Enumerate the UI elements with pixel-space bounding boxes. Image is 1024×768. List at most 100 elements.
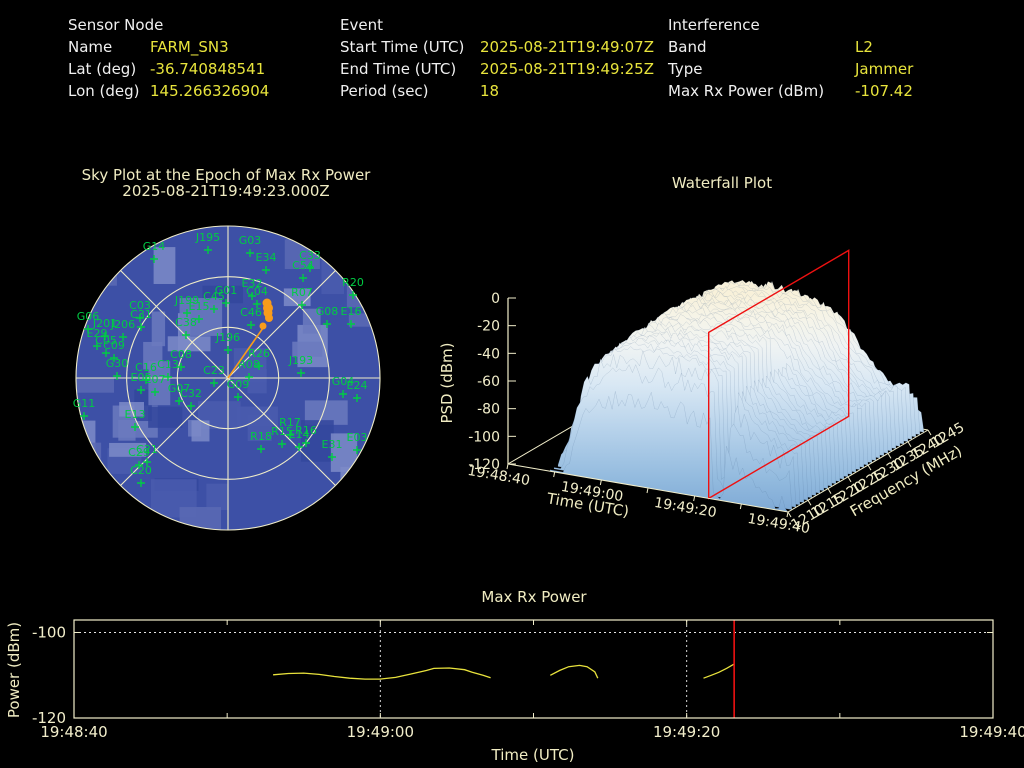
- satellite-label-E24: E24: [347, 379, 368, 392]
- satellite-marker-C54: [299, 274, 307, 282]
- satellite-marker-C29: [135, 461, 143, 469]
- satellite-marker-C13: [164, 373, 172, 381]
- satellite-label-C31: C31: [130, 308, 152, 321]
- power-line-segment: [704, 664, 735, 678]
- satellite-marker-C31: [137, 323, 145, 331]
- waterfall-xlabel: Time (UTC): [517, 485, 658, 526]
- satellite-label-G01: G01: [215, 284, 238, 297]
- satellite-label-J199: J199: [174, 294, 199, 307]
- event-panel: Event Start Time (UTC) 2025-08-21T19:49:…: [340, 14, 654, 102]
- satellite-label-J193: J193: [288, 354, 313, 367]
- event-title: Event: [340, 14, 654, 36]
- satellite-marker-E32: [248, 292, 256, 300]
- time-tick-label: 19:49:40: [746, 511, 811, 537]
- time-tick-label: 19:49:20: [653, 495, 718, 521]
- x-tick-label: 19:49:00: [347, 723, 414, 741]
- power-line-segment: [273, 668, 491, 679]
- psd-tick-label: 0: [491, 291, 500, 307]
- satellite-label-E29: E29: [87, 327, 108, 340]
- lat-value: -36.740848541: [150, 58, 265, 80]
- satellite-marker-G11: [80, 412, 88, 420]
- satellite-label-C45: C45: [203, 290, 225, 303]
- satellite-marker-R17: [286, 431, 294, 439]
- satellite-marker-G04: [339, 390, 347, 398]
- name-value: FARM_SN3: [150, 36, 229, 58]
- psd-tick-label: -60: [477, 374, 500, 390]
- lon-row: Lon (deg) 145.266326904: [68, 80, 269, 102]
- band-label: Band: [668, 36, 855, 58]
- satellite-label-C04: C04: [246, 285, 268, 298]
- satellite-marker-E14: [295, 443, 303, 451]
- satellite-label-J195: J195: [195, 231, 220, 244]
- satellite-marker-R18: [257, 445, 265, 453]
- sensor-node-title: Sensor Node: [68, 14, 269, 36]
- satellite-marker-C09: [110, 354, 118, 362]
- sensor-name-row: Name FARM_SN3: [68, 36, 269, 58]
- psd-surface: [550, 280, 924, 512]
- satellite-label-C54: C54: [292, 259, 314, 272]
- satellite-marker-C20: [137, 479, 145, 487]
- satellite-marker-G08: [323, 320, 331, 328]
- sensor-node-panel: Sensor Node Name FARM_SN3 Lat (deg) -36.…: [68, 14, 269, 102]
- max-power-label: Max Rx Power (dBm): [668, 80, 855, 102]
- satellite-label-C05: C05: [95, 334, 117, 347]
- type-label: Type: [668, 58, 855, 80]
- satellite-marker-C32: [187, 402, 195, 410]
- start-time-label: Start Time (UTC): [340, 36, 480, 58]
- psd-tick-label: -120: [468, 457, 500, 473]
- satellite-marker-E05: [137, 386, 145, 394]
- max-power-value: -107.42: [855, 80, 913, 102]
- satellite-label-E32: E32: [242, 277, 263, 290]
- satellite-marker-C38: [182, 331, 190, 339]
- satellite-label-C08: C08: [170, 348, 192, 361]
- sky-dome: [76, 226, 380, 530]
- satellite-marker-C45: [210, 305, 218, 313]
- satellite-marker-R08: [245, 373, 253, 381]
- satellite-label-C38: C38: [175, 316, 197, 329]
- freq-tick-label: 1210: [789, 502, 828, 534]
- floor-back-edges: [508, 382, 928, 464]
- end-time-value: 2025-08-21T19:49:25Z: [480, 58, 654, 80]
- satellite-label-J206: J206: [110, 318, 135, 331]
- power-chart-title: Max Rx Power: [384, 588, 684, 606]
- satellite-label-C33: C33: [299, 249, 321, 262]
- satellite-marker-C16: [142, 376, 150, 384]
- satellite-marker-G03: [246, 249, 254, 257]
- satellite-marker-C33: [306, 264, 314, 272]
- satellite-marker-R15: [278, 440, 286, 448]
- satellite-label-R08: R08: [238, 358, 260, 371]
- dashboard: Sensor Node Name FARM_SN3 Lat (deg) -36.…: [0, 0, 1024, 768]
- x-tick-label: 19:49:20: [653, 723, 720, 741]
- type-value: Jammer: [855, 58, 913, 80]
- satellite-label-R20: R20: [342, 276, 364, 289]
- satellite-marker-E31: [328, 453, 336, 461]
- power-series: [273, 664, 734, 679]
- satellite-label-G14: G14: [143, 240, 166, 253]
- satellite-marker-R07: [298, 301, 306, 309]
- satellite-marker-C46: [247, 321, 255, 329]
- waterfall-title: Waterfall Plot: [572, 174, 872, 192]
- satellite-label-R07: R07: [291, 286, 313, 299]
- lat-label: Lat (deg): [68, 58, 150, 80]
- satellite-marker-G07: [175, 397, 183, 405]
- plot-frame: [74, 620, 993, 718]
- lon-value: 145.266326904: [150, 80, 269, 102]
- psd-tick-label: -40: [477, 346, 500, 362]
- power-chart-xlabel: Time (UTC): [433, 746, 633, 764]
- satellite-label-C46: C46: [240, 306, 262, 319]
- band-value: L2: [855, 36, 873, 58]
- psd-tick-label: -80: [477, 402, 500, 418]
- satellite-marker-E24: [353, 394, 361, 402]
- power-line-segment: [550, 665, 598, 678]
- y-tick-label: -120: [32, 709, 66, 727]
- satellite-label-G11: G11: [73, 397, 96, 410]
- power-tick-labels: 19:48:4019:49:0019:49:2019:49:40-100-120: [32, 624, 1024, 742]
- satellite-marker-E15: [195, 315, 203, 323]
- satellite-label-R17: R17: [279, 416, 301, 429]
- satellite-label-G04: G04: [332, 375, 355, 388]
- satellite-label-E16: E16: [341, 305, 362, 318]
- satellite-marker-J199: [183, 309, 191, 317]
- satellite-label-G07: G07: [168, 382, 191, 395]
- waterfall-ylabel: PSD (dBm): [438, 313, 456, 453]
- lat-row: Lat (deg) -36.740848541: [68, 58, 269, 80]
